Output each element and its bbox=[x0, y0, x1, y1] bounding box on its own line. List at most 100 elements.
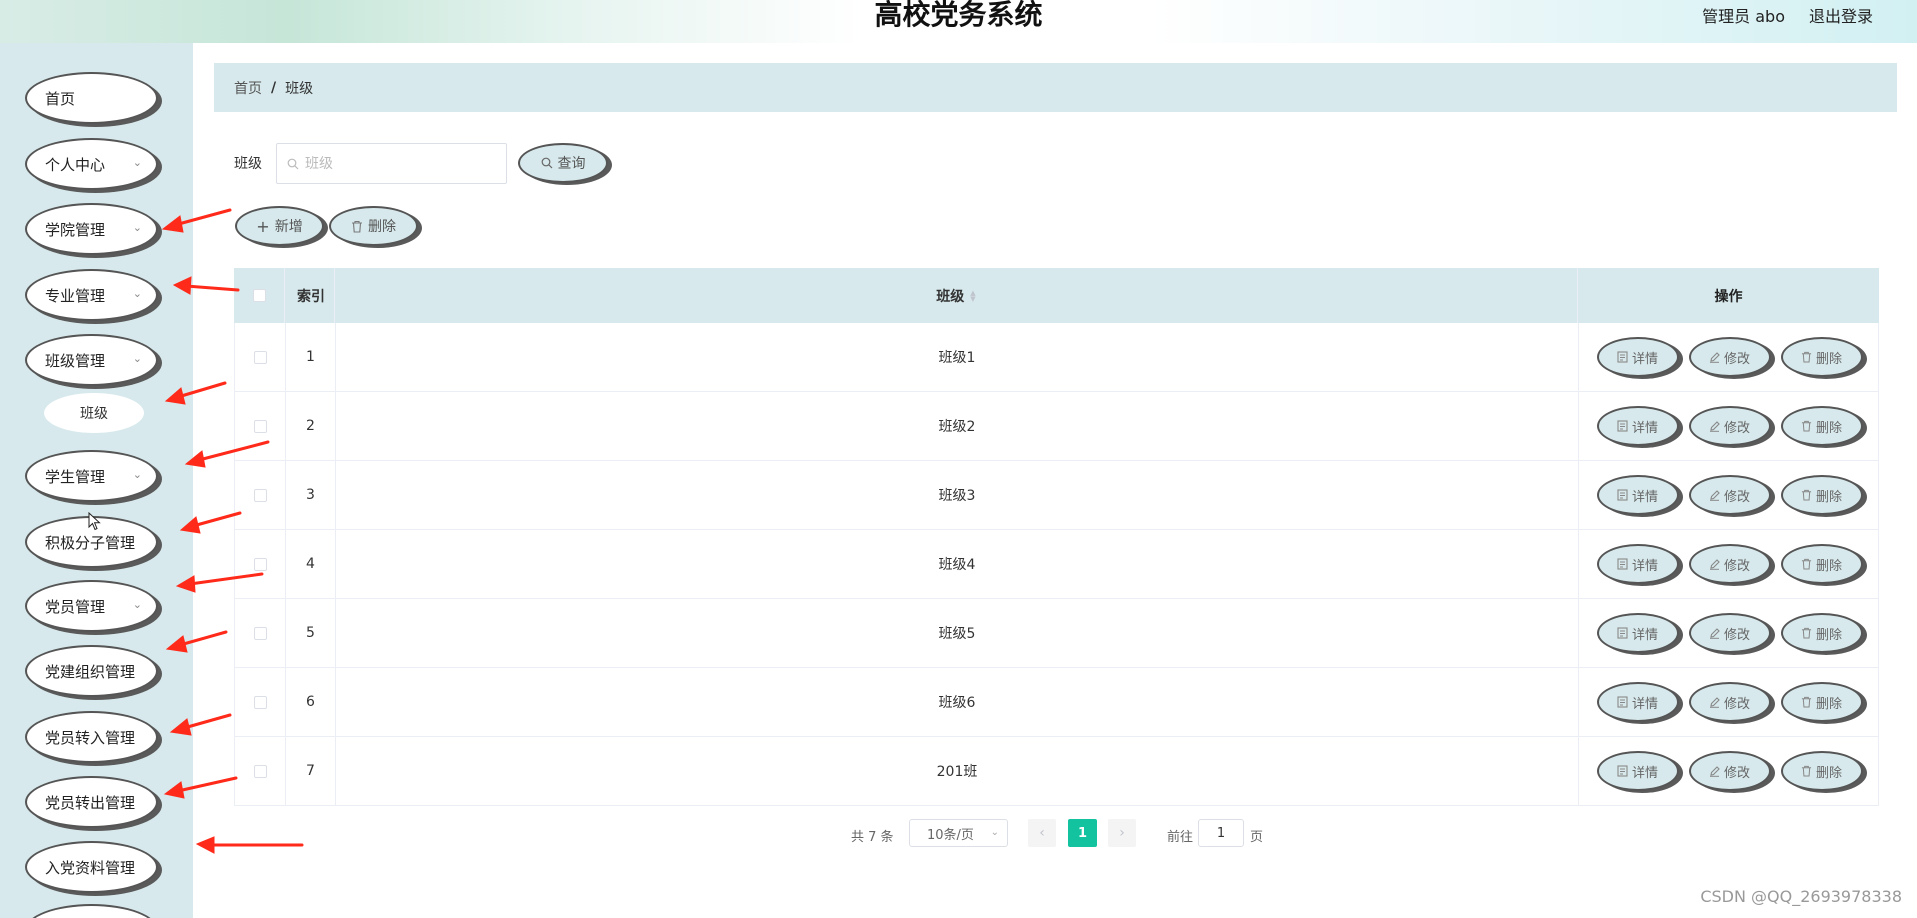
sidebar-item-college[interactable]: 学院管理 ⌄ bbox=[25, 203, 158, 255]
detail-button[interactable]: 详情 bbox=[1596, 682, 1679, 722]
sidebar-item-student[interactable]: 学生管理 ⌄ bbox=[25, 450, 158, 502]
page-suffix-label: 页 bbox=[1250, 830, 1264, 845]
delete-button[interactable]: 删除 bbox=[1780, 406, 1863, 446]
page-size-value: 10条/页 bbox=[927, 827, 974, 843]
pagination: 共 7 条 10条/页 ⌄ ‹ 1 › 前往 页 bbox=[0, 819, 1917, 849]
detail-button[interactable]: 详情 bbox=[1596, 544, 1679, 584]
table-row: 7 201班 详情 修改 删除 bbox=[234, 737, 1879, 806]
row-checkbox[interactable] bbox=[253, 419, 267, 433]
sidebar-item-major[interactable]: 专业管理 ⌄ bbox=[25, 269, 158, 321]
prev-page-button[interactable]: ‹ bbox=[1028, 819, 1056, 847]
chevron-down-icon: ⌄ bbox=[132, 156, 142, 169]
select-all-checkbox[interactable] bbox=[252, 289, 266, 302]
table-row: 2 班级2 详情 修改 删除 bbox=[234, 392, 1879, 461]
header-class[interactable]: 班级 ▲ ▼ bbox=[335, 268, 1578, 323]
sidebar-subitem-class[interactable]: 班级 bbox=[44, 393, 144, 433]
query-button-label: 查询 bbox=[557, 156, 586, 172]
row-actions: 详情 修改 删除 bbox=[1579, 461, 1880, 529]
edit-button[interactable]: 修改 bbox=[1688, 475, 1771, 515]
sidebar-item-label: 首页 bbox=[45, 89, 76, 108]
sidebar-item-party-member[interactable]: 党员管理 ⌄ bbox=[25, 580, 158, 632]
edit-icon bbox=[1709, 490, 1720, 501]
sidebar-item-transfer-in[interactable]: 党员转入管理 bbox=[25, 711, 158, 763]
row-checkbox[interactable] bbox=[253, 695, 267, 709]
header-class-label: 班级 bbox=[936, 288, 965, 305]
chevron-down-icon: ⌄ bbox=[132, 598, 142, 611]
next-page-button[interactable]: › bbox=[1108, 819, 1136, 847]
chevron-down-icon: ⌄ bbox=[132, 468, 142, 481]
header-ops: 操作 bbox=[1578, 268, 1879, 323]
edit-button[interactable]: 修改 bbox=[1688, 406, 1771, 446]
detail-button[interactable]: 详情 bbox=[1596, 406, 1679, 446]
trash-icon bbox=[1801, 627, 1812, 639]
row-checkbox[interactable] bbox=[253, 764, 267, 778]
sidebar-subitem-label: 班级 bbox=[80, 406, 108, 422]
breadcrumb-separator: / bbox=[271, 79, 277, 96]
row-class-name: 班级2 bbox=[336, 392, 1579, 460]
edit-icon bbox=[1709, 421, 1720, 432]
detail-button[interactable]: 详情 bbox=[1596, 613, 1679, 653]
add-button[interactable]: + 新增 bbox=[235, 206, 324, 246]
search-input[interactable] bbox=[305, 155, 495, 172]
row-checkbox[interactable] bbox=[253, 350, 267, 364]
sidebar-item-more[interactable] bbox=[25, 904, 158, 918]
edit-button[interactable]: 修改 bbox=[1688, 544, 1771, 584]
detail-button-label: 详情 bbox=[1631, 765, 1658, 781]
sidebar-item-profile[interactable]: 个人中心 ⌄ bbox=[25, 138, 158, 190]
row-checkbox[interactable] bbox=[253, 488, 267, 502]
detail-button-label: 详情 bbox=[1631, 489, 1658, 505]
row-checkbox[interactable] bbox=[253, 557, 267, 571]
logout-link[interactable]: 退出登录 bbox=[1809, 3, 1873, 27]
sidebar-item-class-management[interactable]: 班级管理 ⌄ bbox=[25, 334, 158, 386]
detail-button[interactable]: 详情 bbox=[1596, 337, 1679, 377]
edit-button[interactable]: 修改 bbox=[1688, 613, 1771, 653]
sidebar-item-party-org[interactable]: 党建组织管理 bbox=[25, 645, 158, 697]
delete-button[interactable]: 删除 bbox=[1780, 475, 1863, 515]
watermark: CSDN @QQ_2693978338 bbox=[1700, 887, 1902, 906]
delete-button[interactable]: 删除 bbox=[1780, 682, 1863, 722]
row-checkbox-cell bbox=[235, 392, 286, 460]
search-label: 班级 bbox=[234, 156, 262, 172]
header-index-label: 索引 bbox=[297, 288, 325, 305]
row-checkbox-cell bbox=[235, 599, 286, 667]
detail-button-label: 详情 bbox=[1631, 351, 1658, 367]
edit-button[interactable]: 修改 bbox=[1688, 337, 1771, 377]
sidebar-item-label: 党建组织管理 bbox=[45, 662, 136, 681]
sort-icon[interactable]: ▲ ▼ bbox=[970, 289, 975, 302]
breadcrumb-home[interactable]: 首页 bbox=[234, 78, 262, 98]
delete-button[interactable]: 删除 bbox=[1780, 751, 1863, 791]
row-index: 4 bbox=[286, 530, 336, 598]
delete-button[interactable]: 删除 bbox=[1780, 337, 1863, 377]
batch-delete-button[interactable]: 删除 bbox=[329, 206, 418, 246]
document-icon bbox=[1617, 627, 1628, 639]
row-checkbox[interactable] bbox=[253, 626, 267, 640]
row-index: 2 bbox=[286, 392, 336, 460]
delete-button[interactable]: 删除 bbox=[1780, 613, 1863, 653]
edit-button-label: 修改 bbox=[1723, 696, 1750, 712]
chevron-down-icon: ⌄ bbox=[990, 827, 999, 838]
current-page-button[interactable]: 1 bbox=[1068, 819, 1097, 847]
detail-button[interactable]: 详情 bbox=[1596, 475, 1679, 515]
trash-icon bbox=[1801, 489, 1812, 501]
detail-button[interactable]: 详情 bbox=[1596, 751, 1679, 791]
edit-button-label: 修改 bbox=[1723, 420, 1750, 436]
page-size-select[interactable]: 10条/页 ⌄ bbox=[909, 819, 1008, 847]
search-field[interactable] bbox=[276, 143, 507, 184]
row-index: 7 bbox=[286, 737, 336, 805]
row-checkbox-cell bbox=[235, 461, 286, 529]
edit-button[interactable]: 修改 bbox=[1688, 751, 1771, 791]
sidebar-item-home[interactable]: 首页 bbox=[25, 72, 158, 124]
table-header: 索引 班级 ▲ ▼ 操作 bbox=[234, 268, 1879, 323]
goto-page-input[interactable] bbox=[1198, 819, 1244, 847]
row-actions: 详情 修改 删除 bbox=[1579, 668, 1880, 736]
table-row: 6 班级6 详情 修改 删除 bbox=[234, 668, 1879, 737]
header-ops-label: 操作 bbox=[1714, 288, 1743, 305]
document-icon bbox=[1617, 489, 1628, 501]
delete-button[interactable]: 删除 bbox=[1780, 544, 1863, 584]
table-row: 3 班级3 详情 修改 删除 bbox=[234, 461, 1879, 530]
query-button[interactable]: 查询 bbox=[518, 143, 608, 183]
sidebar-item-label: 学生管理 bbox=[45, 467, 106, 486]
document-icon bbox=[1617, 558, 1628, 570]
edit-button[interactable]: 修改 bbox=[1688, 682, 1771, 722]
row-actions: 详情 修改 删除 bbox=[1579, 737, 1880, 805]
